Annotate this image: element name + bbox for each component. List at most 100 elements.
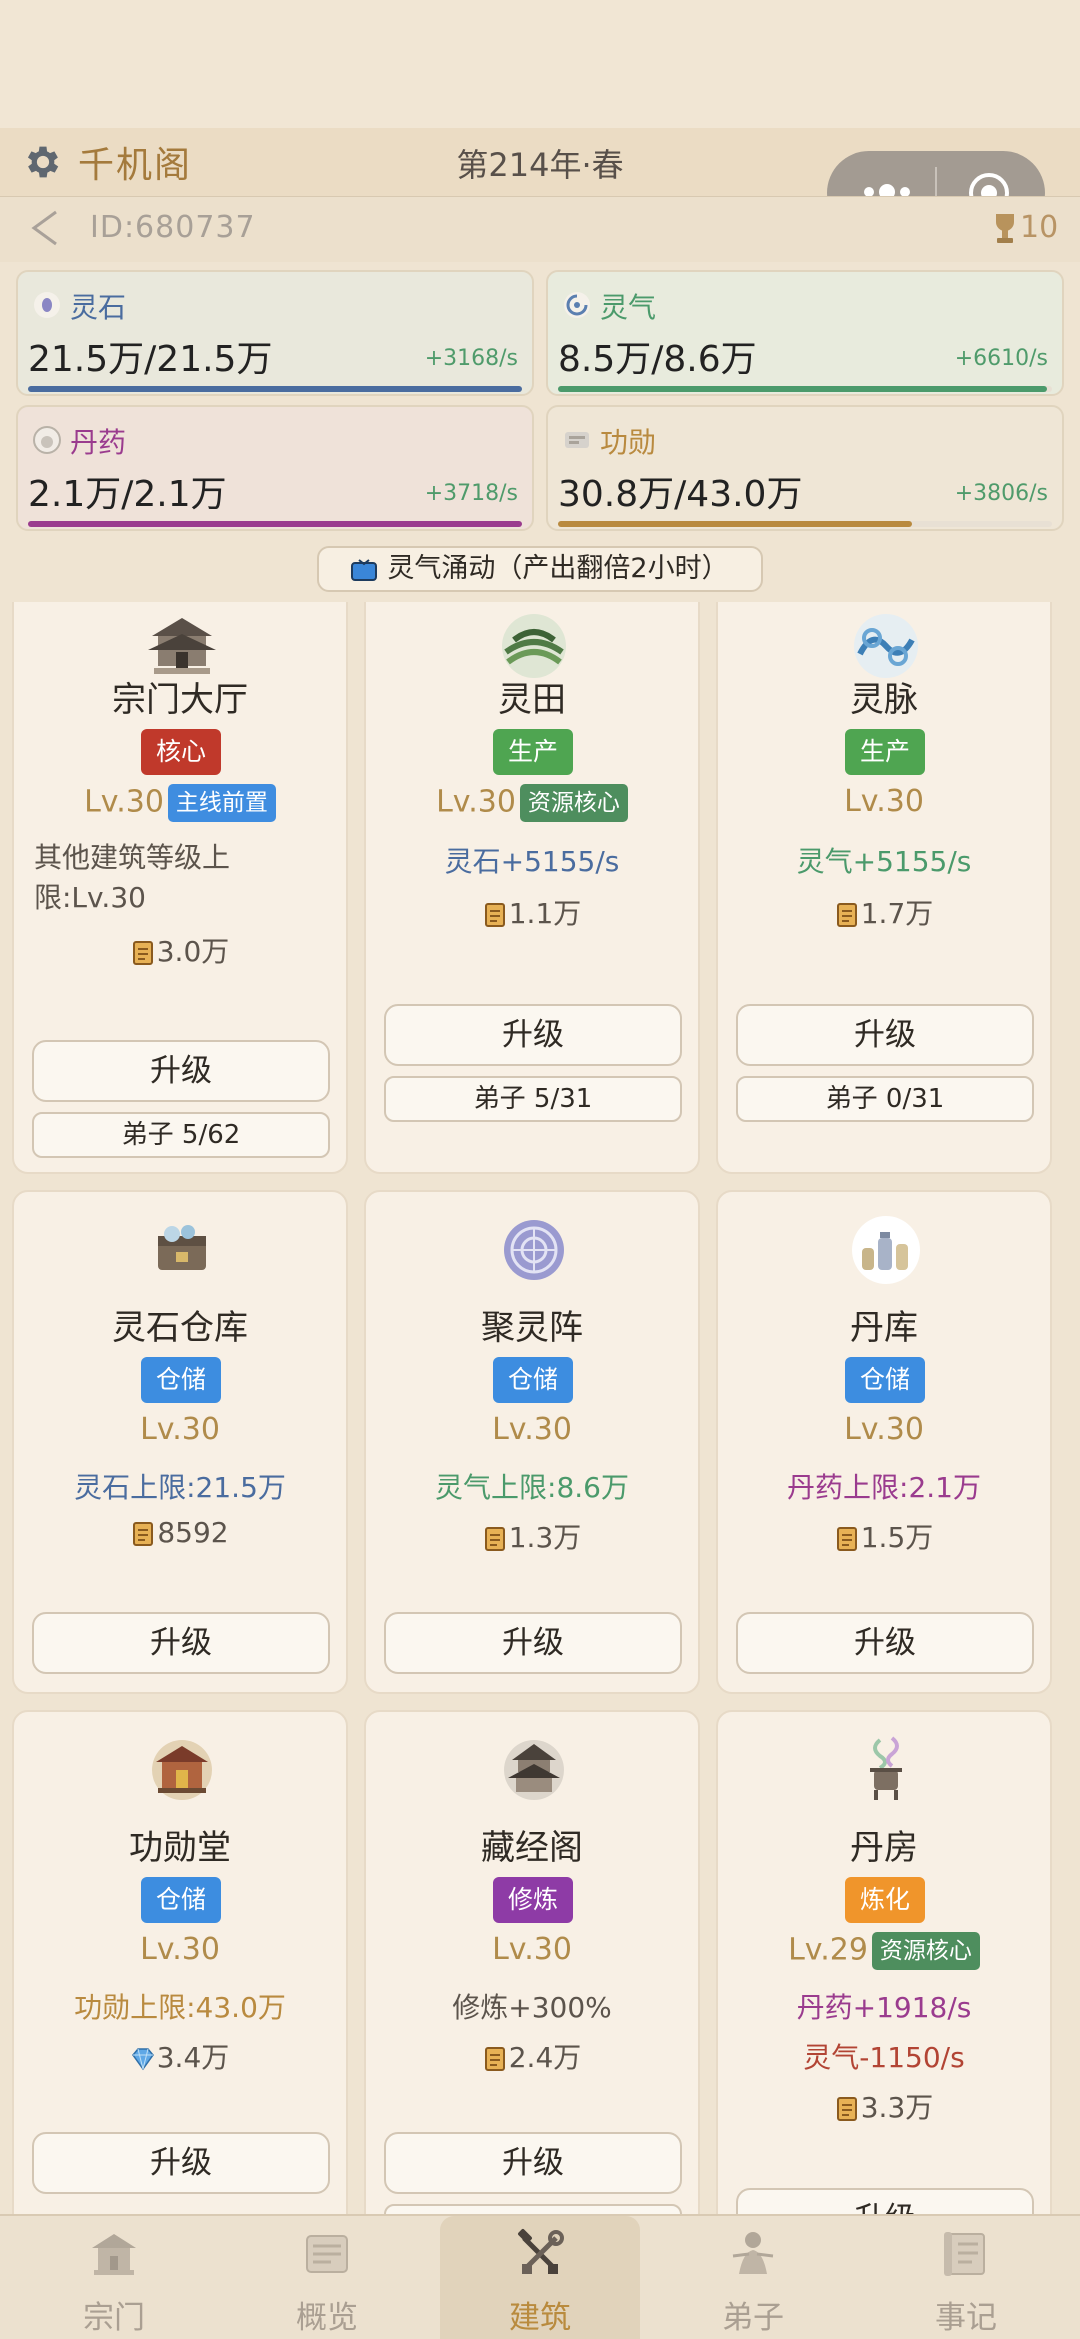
status-bar-space (0, 0, 1080, 128)
building-name: 宗门大厅 (112, 680, 248, 720)
spirit-array-icon (504, 1220, 564, 1280)
upgrade-cost: 1.7万 (718, 892, 1050, 932)
building-card-pill-storehouse: 丹库 仓储 Lv.30 丹药上限:2.1万 1.5万 升级 (716, 1190, 1052, 1694)
resource-merit: 功勋 30.8万/43.0万 +3806/s (546, 405, 1064, 531)
building-name: 丹库 (850, 1308, 918, 1348)
resource-label: 灵石 (70, 291, 127, 324)
merit-hall-icon (152, 1740, 212, 1800)
back-arrow-icon[interactable] (28, 208, 62, 248)
building-card-sect-hall: 宗门大厅 核心 Lv.30 主线前置 其他建筑等级上限:Lv.30 3.0万 升级… (12, 602, 348, 1174)
building-tag: 仓储 (493, 1357, 573, 1403)
building-effect: 功勋上限:43.0万 (74, 1991, 286, 2024)
upgrade-cost: 3.4万 (14, 2036, 346, 2076)
building-tag: 核心 (141, 729, 221, 775)
cost-value: 3.0万 (156, 935, 230, 968)
upgrade-cost: 1.5万 (718, 1516, 1050, 1556)
scroll-icon (836, 1527, 857, 1551)
nav-item-disciples[interactable]: 弟子 (653, 2216, 853, 2339)
nav-label: 概览 (296, 2300, 358, 2336)
resource-core-tag: 资源核心 (519, 784, 628, 822)
upgrade-cost: 2.4万 (366, 2036, 698, 2076)
nav-item-sect[interactable]: 宗门 (14, 2216, 214, 2339)
resource-core-tag: 资源核心 (871, 1932, 980, 1970)
spirit-stone-icon (34, 292, 60, 318)
building-effect: 修炼+300% (452, 1991, 612, 2024)
trophy-icon (996, 214, 1014, 243)
building-level: Lv.30 (492, 1412, 572, 1447)
building-level: Lv.29 (788, 1932, 868, 1968)
overview-icon (306, 2235, 348, 2273)
upgrade-button[interactable]: 升级 (384, 1612, 682, 1674)
building-card-spirit-field: 灵田 生产 Lv.30 资源核心 灵石+5155/s 1.1万 升级 弟子 5/3… (364, 602, 700, 1174)
upgrade-button[interactable]: 升级 (384, 1004, 682, 1066)
nav-item-overview[interactable]: 概览 (227, 2216, 427, 2339)
upgrade-button[interactable]: 升级 (32, 1040, 330, 1102)
scroll-icon (484, 1527, 505, 1551)
nav-label: 弟子 (722, 2300, 784, 2336)
disciples-button[interactable]: 弟子 0/31 (736, 1076, 1034, 1122)
resource-rate: +3806/s (954, 481, 1048, 506)
scroll-icon (132, 941, 153, 965)
cost-value: 1.7万 (860, 897, 934, 930)
upgrade-cost: 3.0万 (14, 930, 346, 970)
building-level-row: Lv.30 资源核心 (366, 784, 698, 822)
building-effect: 丹药+1918/s (796, 1991, 972, 2024)
building-level: Lv.30 (844, 784, 924, 819)
building-effect: 灵气上限:8.6万 (435, 1471, 629, 1504)
resource-spirit-qi: 灵气 8.5万/8.6万 +6610/s (546, 270, 1064, 396)
resource-value: 2.1万/2.1万 (28, 474, 227, 515)
main-quest-tag: 主线前置 (167, 784, 276, 822)
resource-value: 8.5万/8.6万 (558, 339, 757, 380)
disciples-button[interactable]: 弟子 5/31 (384, 1076, 682, 1122)
nav-label: 事记 (935, 2300, 997, 2336)
building-desc: 其他建筑等级上限:Lv.30 (34, 841, 231, 914)
upgrade-cost: 8592 (14, 1516, 346, 1549)
nav-item-buildings[interactable]: 建筑 (440, 2216, 640, 2339)
resource-bar-fill (558, 521, 912, 527)
upgrade-cost: 1.1万 (366, 892, 698, 932)
upgrade-button[interactable]: 升级 (736, 1004, 1034, 1066)
building-card-merit-hall: 功勋堂 仓储 Lv.30 功勋上限:43.0万 3.4万 升级 (12, 1710, 348, 2214)
building-card-spirit-vein: 灵脉 生产 Lv.30 灵气+5155/s 1.7万 升级 弟子 0/31 (716, 602, 1052, 1174)
building-level: Lv.30 (140, 1412, 220, 1447)
upgrade-cost: 1.3万 (366, 1516, 698, 1556)
resource-bar (558, 521, 1052, 527)
nav-label: 建筑 (509, 2300, 571, 2336)
building-card-stone-warehouse: 灵石仓库 仓储 Lv.30 灵石上限:21.5万 8592 升级 (12, 1190, 348, 1694)
resource-rate: +6610/s (954, 346, 1048, 371)
building-name: 灵脉 (850, 680, 918, 720)
building-name: 藏经阁 (481, 1828, 583, 1868)
cost-value: 3.4万 (156, 2041, 230, 2074)
alchemy-room-icon (870, 1736, 902, 1800)
resource-rate: +3168/s (424, 346, 518, 371)
scroll-icon (484, 2047, 505, 2071)
boost-label: 灵气涌动（产出翻倍2小时） (387, 553, 729, 584)
resource-label: 灵气 (600, 291, 657, 324)
pill-storehouse-icon (852, 1216, 920, 1284)
upgrade-button[interactable]: 升级 (736, 2188, 1034, 2214)
stone-warehouse-icon (158, 1225, 206, 1270)
building-card-alchemy-room: 丹房 炼化 Lv.29 资源核心 丹药+1918/s 灵气-1150/s 3.3万… (716, 1710, 1052, 2214)
building-effect: 灵气+5155/s (796, 845, 972, 878)
building-level: Lv.30 (140, 1932, 220, 1967)
records-icon (944, 2232, 985, 2276)
tv-ad-icon (351, 558, 378, 581)
building-tag: 仓储 (141, 1877, 221, 1923)
building-effect-secondary: 灵气-1150/s (803, 2041, 965, 2074)
qi-surge-boost-button[interactable]: 灵气涌动（产出翻倍2小时） (317, 546, 763, 592)
upgrade-button[interactable]: 升级 (32, 2132, 330, 2194)
upgrade-button[interactable]: 升级 (384, 2132, 682, 2194)
diamond-icon (131, 2048, 154, 2071)
cost-value: 8592 (157, 1516, 229, 1549)
disciples-button[interactable]: 弟子 5/62 (32, 1112, 330, 1158)
disciples-button[interactable] (384, 2204, 682, 2214)
resource-bar (28, 521, 522, 527)
building-effect: 丹药上限:2.1万 (787, 1471, 981, 1504)
upgrade-button[interactable]: 升级 (32, 1612, 330, 1674)
resource-bar-fill (28, 521, 522, 527)
nav-item-records[interactable]: 事记 (866, 2216, 1066, 2339)
spirit-qi-icon (564, 292, 590, 318)
upgrade-button[interactable]: 升级 (736, 1612, 1034, 1674)
trophy-count: 10 (1020, 210, 1059, 245)
resource-bar (558, 386, 1052, 392)
